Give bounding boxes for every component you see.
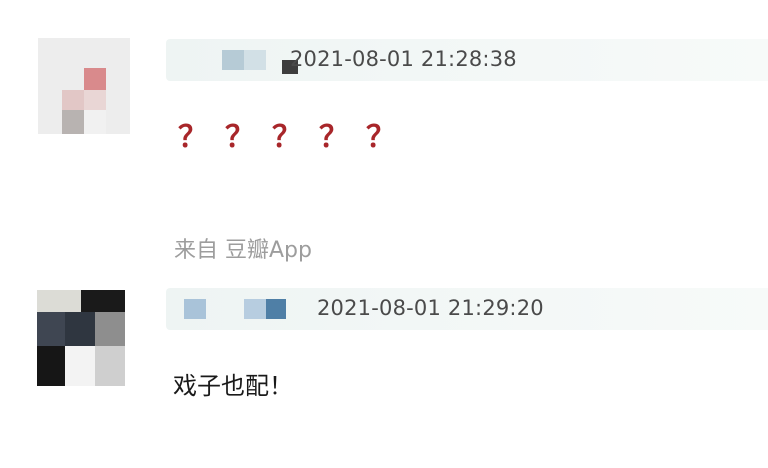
avatar-pixel [62, 110, 84, 134]
avatar-pixel [37, 312, 65, 346]
comment-content: ？？？？？ [178, 120, 413, 155]
username-pixel [222, 50, 244, 70]
username[interactable] [222, 50, 298, 74]
username[interactable] [184, 299, 286, 319]
username-pixel [244, 50, 266, 70]
avatar-pixel [65, 346, 95, 386]
avatar-pixel [65, 312, 95, 346]
comment-item: 2021-08-01 21:28:38 ？？？？？ 来自 豆瓣App [0, 0, 768, 270]
timestamp: 2021-08-01 21:28:38 [290, 47, 517, 71]
avatar-pixel [62, 90, 84, 110]
comment-header: 2021-08-01 21:29:20 [166, 288, 768, 330]
username-pixel [184, 299, 206, 319]
comment-item: 2021-08-01 21:29:20 戏子也配！ [0, 270, 768, 468]
timestamp: 2021-08-01 21:29:20 [317, 296, 544, 320]
avatar-pixel [95, 346, 125, 386]
avatar[interactable] [37, 290, 125, 386]
avatar[interactable] [38, 38, 130, 134]
username-pixel [266, 299, 286, 319]
username-pixel [244, 299, 266, 319]
avatar-pixel [37, 346, 65, 386]
comment-header: 2021-08-01 21:28:38 [166, 39, 768, 81]
source-label[interactable]: 来自 豆瓣App [174, 232, 312, 264]
avatar-pixel [84, 110, 106, 134]
avatar-pixel [84, 90, 106, 110]
avatar-pixel [81, 290, 125, 312]
avatar-pixel [37, 290, 81, 312]
avatar-pixel [95, 312, 125, 346]
comment-content: 戏子也配！ [173, 372, 293, 400]
